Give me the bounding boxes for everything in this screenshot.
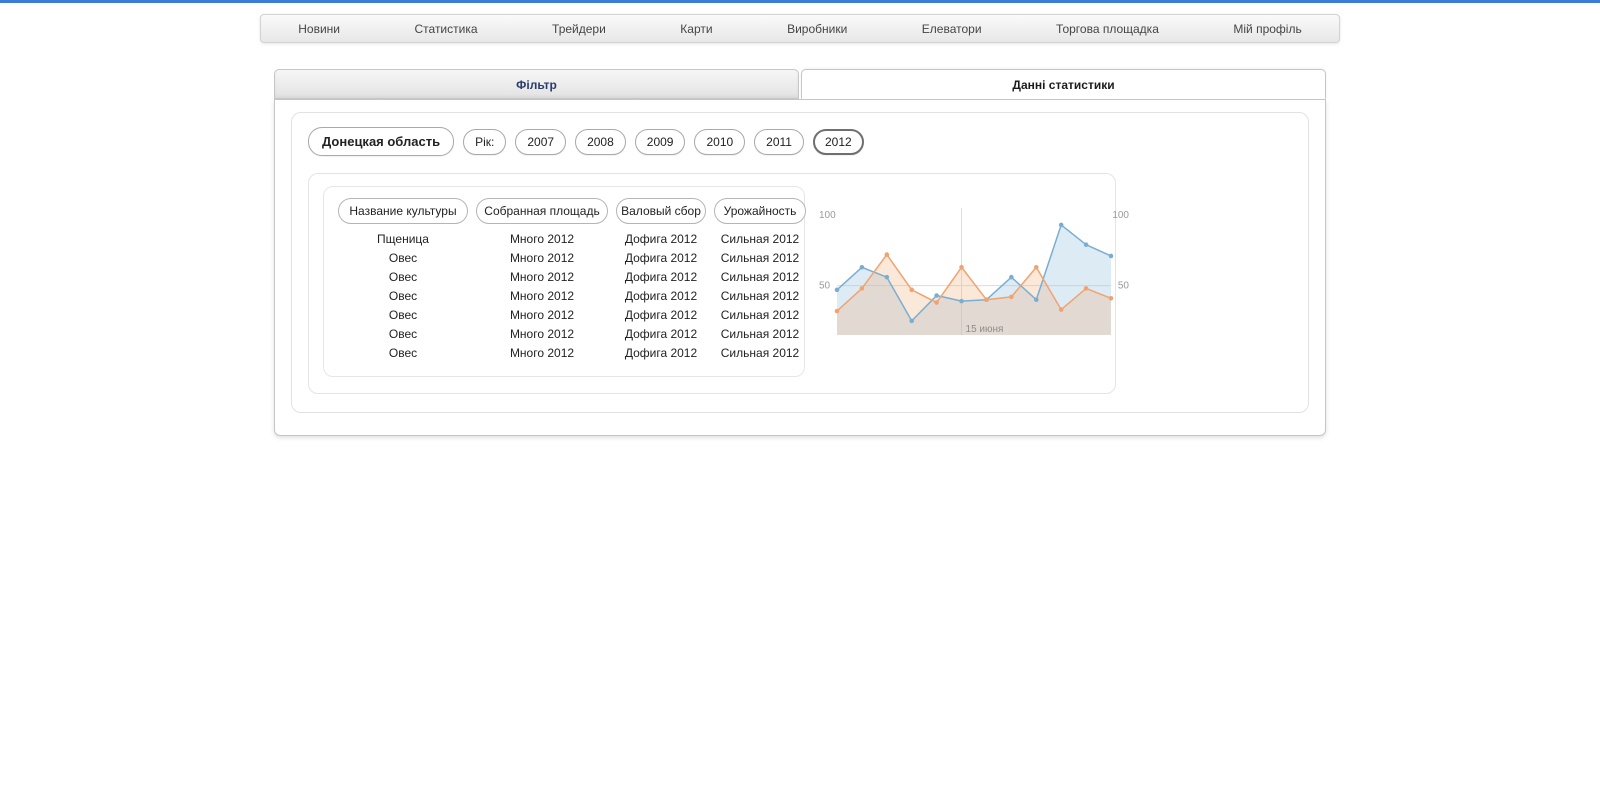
table-cell: Овес: [388, 308, 418, 322]
region-button[interactable]: Донецкая область: [308, 127, 455, 156]
series-blue-point: [1058, 222, 1064, 228]
series-orange-point: [1108, 296, 1114, 301]
tab-filter[interactable]: Фільтр: [274, 69, 799, 99]
series-blue-point: [834, 287, 840, 293]
table-cell: Пщеница: [377, 232, 429, 246]
table-row: Овес Много 2012 Дофига 2012 Сильная 2012: [338, 249, 799, 268]
series-blue-point: [909, 318, 915, 324]
table-cell: Сильная 2012: [720, 327, 800, 341]
table-cell: Овес: [388, 327, 418, 341]
filter-row: Донецкая область Рік: 2007 2008 2009 201…: [308, 127, 1292, 156]
top-accent-bar: [0, 0, 1600, 3]
table-row: Овес Много 2012 Дофига 2012 Сильная 2012: [338, 325, 799, 344]
table-cell: Овес: [388, 346, 418, 360]
table-cell: Много 2012: [509, 251, 575, 265]
series-orange-point: [1058, 307, 1064, 312]
svg-text:50: 50: [819, 281, 831, 292]
table-cell: Много 2012: [509, 327, 575, 341]
series-orange-point: [859, 286, 865, 291]
column-header-yield[interactable]: Урожайность: [714, 198, 806, 224]
table-cell: Много 2012: [509, 346, 575, 360]
table-cell: Дофига 2012: [624, 232, 698, 246]
statistics-chart: 100 100 50 50 15 июня: [819, 200, 1129, 360]
statistics-panel: Фільтр Данні статистики Донецкая область…: [274, 69, 1326, 436]
year-button-2012[interactable]: 2012: [812, 128, 864, 155]
nav-item-statistics[interactable]: Статистика: [407, 22, 486, 36]
svg-text:100: 100: [1112, 210, 1129, 221]
series-blue-point: [1033, 297, 1039, 303]
nav-item-marketplace[interactable]: Торгова площадка: [1048, 22, 1167, 36]
series-orange-point: [984, 297, 989, 303]
table-cell: Сильная 2012: [720, 289, 800, 303]
table-row: Пщеница Много 2012 Дофига 2012 Сильная 2012: [338, 230, 799, 249]
svg-text:50: 50: [1118, 281, 1129, 292]
nav-item-elevators[interactable]: Елеватори: [914, 22, 990, 36]
table-cell: Дофига 2012: [624, 308, 698, 322]
table-cell: Много 2012: [509, 289, 575, 303]
year-button-2011[interactable]: 2011: [754, 128, 804, 155]
year-button-2008[interactable]: 2008: [575, 128, 626, 155]
table-row: Овес Много 2012 Дофига 2012 Сильная 2012: [338, 287, 799, 306]
table-cell: Много 2012: [509, 270, 575, 284]
svg-text:100: 100: [819, 210, 836, 221]
series-orange-point: [884, 252, 890, 257]
panel-body: Донецкая область Рік: 2007 2008 2009 201…: [274, 99, 1326, 436]
series-blue-point: [884, 274, 890, 280]
table-cell: Сильная 2012: [720, 346, 800, 360]
series-blue-point: [1108, 253, 1114, 259]
series-orange-point: [909, 287, 915, 293]
table-row: Овес Много 2012 Дофига 2012 Сильная 2012: [338, 344, 799, 363]
table-cell: Овес: [388, 270, 418, 284]
nav-item-maps[interactable]: Карти: [672, 22, 720, 36]
statistics-content: Донецкая область Рік: 2007 2008 2009 201…: [291, 112, 1309, 413]
data-box: Название культуры Собранная площадь Вало…: [308, 173, 1129, 394]
year-button-2007[interactable]: 2007: [515, 128, 567, 155]
year-button-2010[interactable]: 2010: [694, 128, 746, 155]
table-cell: Дофига 2012: [624, 327, 698, 341]
table-cell: Дофига 2012: [624, 251, 698, 265]
statistics-table: Название культуры Собранная площадь Вало…: [323, 186, 806, 377]
table-cell: Сильная 2012: [720, 251, 800, 265]
series-orange-point: [834, 308, 840, 314]
column-header-area[interactable]: Собранная площадь: [476, 198, 608, 224]
table-row: Овес Много 2012 Дофига 2012 Сильная 2012: [338, 268, 799, 287]
table-cell: Овес: [388, 251, 418, 265]
series-orange-point: [934, 300, 939, 305]
series-orange-point: [1033, 264, 1039, 270]
table-cell: Овес: [388, 289, 418, 303]
panel-tabs: Фільтр Данні статистики: [274, 69, 1326, 99]
series-blue-point: [1083, 242, 1089, 247]
line-chart-svg: 100 100 50 50 15 июня: [819, 208, 1129, 335]
nav-item-profile[interactable]: Мій профіль: [1225, 22, 1309, 36]
table-cell: Сильная 2012: [720, 270, 800, 284]
table-header-row: Название культуры Собранная площадь Вало…: [338, 198, 806, 224]
nav-item-news[interactable]: Новини: [290, 22, 348, 36]
table-cell: Дофига 2012: [624, 346, 698, 360]
table-cell: Много 2012: [509, 308, 575, 322]
table-cell: Сильная 2012: [720, 308, 800, 322]
series-blue-point: [859, 264, 865, 270]
table-cell: Много 2012: [509, 232, 575, 246]
tab-statistics-data[interactable]: Данні статистики: [801, 69, 1326, 99]
main-nav: Новини Статистика Трейдери Карти Виробни…: [260, 14, 1340, 43]
year-button-2009[interactable]: 2009: [634, 128, 686, 155]
series-blue-point: [934, 293, 939, 298]
nav-item-producers[interactable]: Виробники: [779, 22, 855, 36]
column-header-culture[interactable]: Название культуры: [338, 198, 468, 224]
table-rows: Пщеница Много 2012 Дофига 2012 Сильная 2012…: [338, 230, 799, 363]
nav-item-traders[interactable]: Трейдери: [544, 22, 614, 36]
series-blue-point: [1009, 274, 1014, 280]
table-cell: Сильная 2012: [720, 232, 800, 246]
table-cell: Дофига 2012: [624, 289, 698, 303]
svg-text:15 июня: 15 июня: [966, 324, 1004, 335]
table-row: Овес Много 2012 Дофига 2012 Сильная 2012: [338, 306, 799, 325]
year-label: Рік:: [463, 128, 507, 155]
series-blue-point: [959, 298, 964, 304]
series-orange-point: [959, 264, 964, 270]
table-cell: Дофига 2012: [624, 270, 698, 284]
series-orange-point: [1083, 286, 1089, 291]
series-orange-point: [1009, 294, 1014, 300]
column-header-gross[interactable]: Валовый сбор: [616, 198, 706, 224]
